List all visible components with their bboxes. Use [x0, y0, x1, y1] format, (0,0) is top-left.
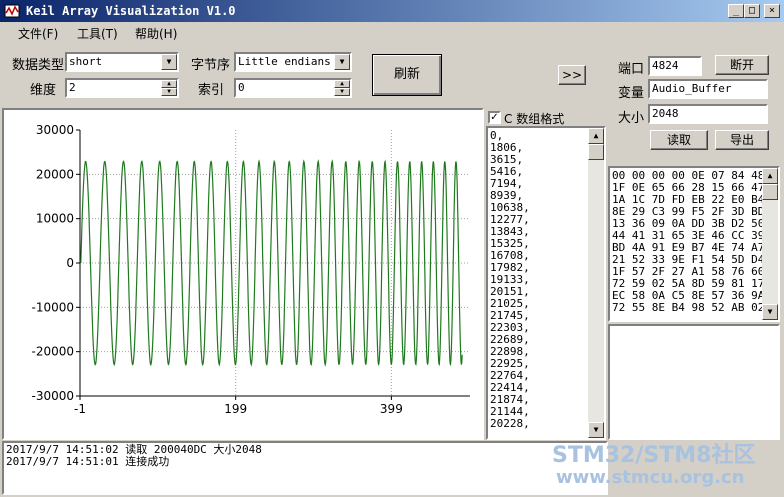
index-label: 索引: [198, 83, 225, 98]
hex-line: 72 55 8E B4 98 52 AB 02: [612, 301, 765, 314]
scroll-down-icon[interactable]: ▼: [762, 304, 778, 320]
port-input[interactable]: 4824: [648, 56, 702, 76]
variable-label: 变量: [618, 86, 645, 101]
watermark-text: STM32/STM8社区: [552, 443, 756, 468]
title-bar: Keil Array Visualization V1.0 _ □ ×: [0, 0, 784, 22]
expand-button[interactable]: >>: [558, 65, 586, 85]
spinner-arrows[interactable]: ▲ ▼: [334, 80, 350, 96]
chart-svg: 30000 20000 10000 0 -10000 -20000 -30000-1 199 3…: [31, 123, 470, 416]
size-input[interactable]: 2048: [648, 104, 768, 124]
scroll-thumb[interactable]: [762, 184, 778, 200]
y-tick-label: -30000: [31, 389, 74, 403]
scroll-down-icon[interactable]: ▼: [588, 422, 604, 438]
app-icon: [4, 4, 20, 18]
byte-order-label: 字节序: [191, 58, 231, 73]
scroll-up-icon[interactable]: ▲: [588, 128, 604, 144]
dimension-label: 维度: [30, 83, 57, 98]
array-format-checkbox[interactable]: ✓: [488, 111, 501, 124]
data-type-value: short: [69, 55, 103, 68]
x-tick-label: 199: [224, 402, 247, 416]
menu-tools[interactable]: 工具(T): [77, 25, 118, 42]
y-tick-label: -10000: [31, 300, 74, 314]
port-value: 4824: [652, 59, 679, 72]
index-value: 0: [238, 81, 245, 94]
data-type-label: 数据类型: [12, 58, 65, 73]
window-title: Keil Array Visualization V1.0: [26, 4, 236, 18]
scroll-up-icon[interactable]: ▲: [762, 168, 778, 184]
size-value: 2048: [652, 107, 679, 120]
chevron-down-icon[interactable]: ▼: [161, 54, 177, 70]
y-tick-label: -20000: [31, 345, 74, 359]
minimize-button[interactable]: _: [728, 4, 744, 18]
array-values-container: 0, 1806, 3615, 5416, 7194, 8939, 10638, 12277, 1…: [490, 130, 530, 430]
close-button[interactable]: ×: [764, 4, 780, 18]
hex-lines-container: 00 00 00 00 0E 07 84 48 1F 0E 65 66 28 15…: [612, 170, 764, 314]
spinner-arrows[interactable]: ▲ ▼: [161, 80, 177, 96]
array-value-item: 20228,: [490, 417, 530, 430]
detail-panel[interactable]: [608, 324, 780, 440]
array-scrollbar[interactable]: ▲ ▼: [588, 128, 604, 438]
maximize-button[interactable]: □: [744, 4, 760, 18]
size-label: 大小: [618, 111, 645, 126]
read-button[interactable]: 读取: [650, 130, 708, 150]
watermark-url: www.stmcu.org.cn: [556, 467, 745, 488]
x-tick-label: 399: [380, 402, 403, 416]
byte-order-combo[interactable]: Little endians ▼: [234, 52, 352, 72]
byte-order-value: Little endians: [238, 55, 331, 68]
export-button[interactable]: 导出: [715, 130, 769, 150]
index-spinner[interactable]: 0 ▲ ▼: [234, 78, 352, 98]
log-line: 2017/9/7 14:51:01 连接成功: [6, 455, 170, 468]
variable-value: Audio_Buffer: [652, 82, 732, 95]
scroll-thumb[interactable]: [588, 144, 604, 160]
hex-scrollbar[interactable]: ▲ ▼: [762, 168, 778, 320]
array-format-label: C 数组格式: [504, 112, 565, 126]
disconnect-button[interactable]: 断开: [715, 55, 769, 75]
menu-help[interactable]: 帮助(H): [135, 25, 177, 42]
chevron-down-icon[interactable]: ▼: [334, 54, 350, 70]
waveform-chart: 30000 20000 10000 0 -10000 -20000 -30000 -1 199 3…: [2, 108, 484, 440]
variable-input[interactable]: Audio_Buffer: [648, 79, 768, 99]
log-panel[interactable]: 2017/9/7 14:51:02 读取 200040DC 大小2048 201…: [2, 441, 608, 495]
x-tick-label: -1: [74, 402, 86, 416]
y-tick-label: 20000: [36, 167, 74, 181]
dimension-value: 2: [69, 81, 76, 94]
array-values-list[interactable]: 0, 1806, 3615, 5416, 7194, 8939, 10638, 12277, 1…: [486, 126, 606, 440]
y-tick-label: 10000: [36, 212, 74, 226]
refresh-button[interactable]: 刷新: [372, 54, 442, 96]
menu-file[interactable]: 文件(F): [18, 25, 58, 42]
dimension-spinner[interactable]: 2 ▲ ▼: [65, 78, 179, 98]
hex-dump-list[interactable]: 00 00 00 00 0E 07 84 48 1F 0E 65 66 28 15…: [608, 166, 780, 322]
menu-bar: 文件(F) 工具(T) 帮助(H): [0, 22, 784, 42]
y-tick-label: 30000: [36, 123, 74, 137]
y-tick-label: 0: [66, 256, 74, 270]
data-type-combo[interactable]: short ▼: [65, 52, 179, 72]
array-format-row: ✓ C 数组格式: [488, 110, 606, 126]
port-label: 端口: [618, 62, 645, 77]
